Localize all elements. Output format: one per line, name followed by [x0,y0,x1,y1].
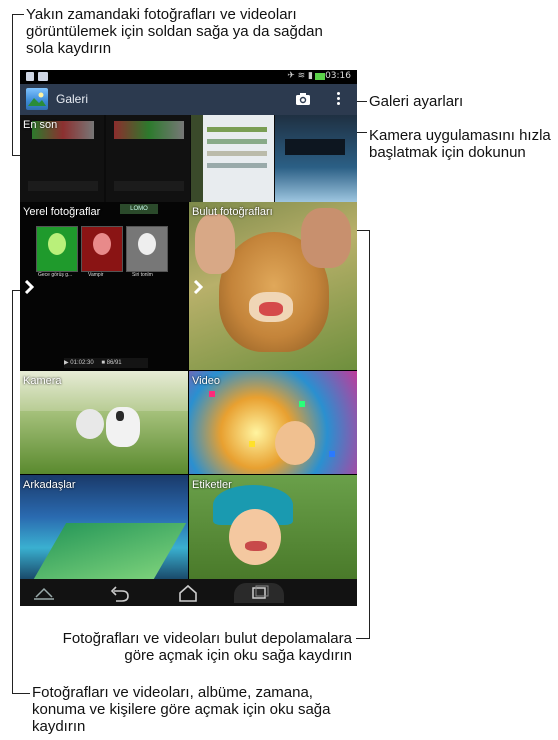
callout-cloud-swipe: Fotoğrafları ve videoları bulut depolama… [44,630,352,664]
tile-label: Etiketler [192,479,232,491]
gallery-app-icon[interactable] [26,88,48,110]
leader-line [369,230,370,638]
recent-thumb [275,115,357,202]
tile-camera[interactable]: Kamera [20,371,188,474]
callout-line-1: Kamera uygulamasını hızla [369,127,551,144]
callout-gallery-settings: Galeri ayarları [369,93,463,110]
tile-recent[interactable]: En son [20,115,357,202]
local-count: 86/91 [106,360,122,366]
callout-text: Galeri ayarları [369,93,464,110]
status-time: 03:16 [325,71,351,81]
tile-label: En son [23,119,58,131]
tile-tags[interactable]: Etiketler [189,475,357,579]
home-up-icon[interactable] [26,583,62,603]
callout-line-3: sola kaydırın [26,40,112,57]
recent-apps-icon[interactable] [234,583,284,603]
battery-icon [315,73,325,80]
callout-line-1: Yakın zamandaki fotoğrafları ve videolar… [26,6,297,23]
filter-label: Vampir [88,272,104,278]
local-stats: ▶ 01:02:30 ■ 86/91 [64,358,148,368]
pier [33,523,187,579]
callout-line-2: göre açmak için oku sağa kaydırın [124,647,352,664]
tile-label: Video [192,375,220,387]
callout-line-1: Fotoğrafları ve videoları, albüme, zaman… [32,684,313,701]
camera-icon[interactable] [294,90,312,108]
leader-line [12,290,13,694]
callout-line-2: konuma ve kişilere göre açmak için oku s… [32,701,331,718]
leader-line [12,14,13,156]
recent-thumb [191,115,274,202]
tile-label: Yerel fotoğraflar [23,206,101,218]
tile-video[interactable]: Video [189,371,357,474]
photo-count-icon: ■ [101,360,105,366]
overflow-menu-icon[interactable] [333,90,343,110]
filter-thumb [126,226,168,272]
local-duration: 01:02:30 [70,360,94,366]
chevron-right-icon[interactable] [24,279,35,295]
tablet-screen: ✈ ≋ ▮ 03:16 Galeri En son LOMO Gece görü… [20,70,357,606]
tile-label: Kamera [23,375,62,387]
video-count-icon: ▶ [64,360,69,366]
filter-label: Siri tonlm [132,272,153,278]
callout-line-2: başlatmak için dokunun [369,144,526,161]
callout-album-swipe: Fotoğrafları ve videoları, albüme, zaman… [32,684,330,735]
tile-cloud-photos[interactable]: Bulut fotoğrafları [189,202,357,370]
status-icons: ✈ ≋ ▮ [287,71,313,81]
leader-line [12,693,30,694]
filter-thumb [81,226,123,272]
tile-friends[interactable]: Arkadaşlar [20,475,188,579]
lomo-tab: LOMO [120,204,158,214]
notification-icon [26,72,34,81]
callout-line-3: kaydırın [32,718,86,735]
tile-label: Arkadaşlar [23,479,76,491]
status-bar: ✈ ≋ ▮ 03:16 [20,70,357,84]
lomo-tab-label: LOMO [130,206,148,212]
callout-line-1: Fotoğrafları ve videoları bulut depolama… [62,630,352,647]
home-icon[interactable] [170,583,206,603]
image-notification-icon [38,72,48,81]
filter-label: Gece görüş g... [38,272,73,278]
callout-camera-quick: Kamera uygulamasını hızla başlatmak için… [369,127,551,161]
leader-line [356,638,370,639]
action-bar: Galeri [20,84,357,115]
recent-thumb [106,115,190,202]
gallery-grid: En son LOMO Gece görüş g... Vampir Siri … [20,115,357,579]
bottom-nav-bar [20,579,357,606]
back-icon[interactable] [102,583,138,603]
callout-swipe-recent: Yakın zamandaki fotoğrafları ve videolar… [26,6,323,57]
tile-local-photos[interactable]: LOMO Gece görüş g... Vampir Siri tonlm ▶… [20,202,188,370]
leader-line [12,14,24,15]
app-title: Galeri [56,92,89,106]
filter-thumb [36,226,78,272]
chevron-right-icon[interactable] [193,279,204,295]
tile-label: Bulut fotoğrafları [192,206,273,218]
callout-line-2: görüntülemek için soldan sağa ya da sağd… [26,23,323,40]
